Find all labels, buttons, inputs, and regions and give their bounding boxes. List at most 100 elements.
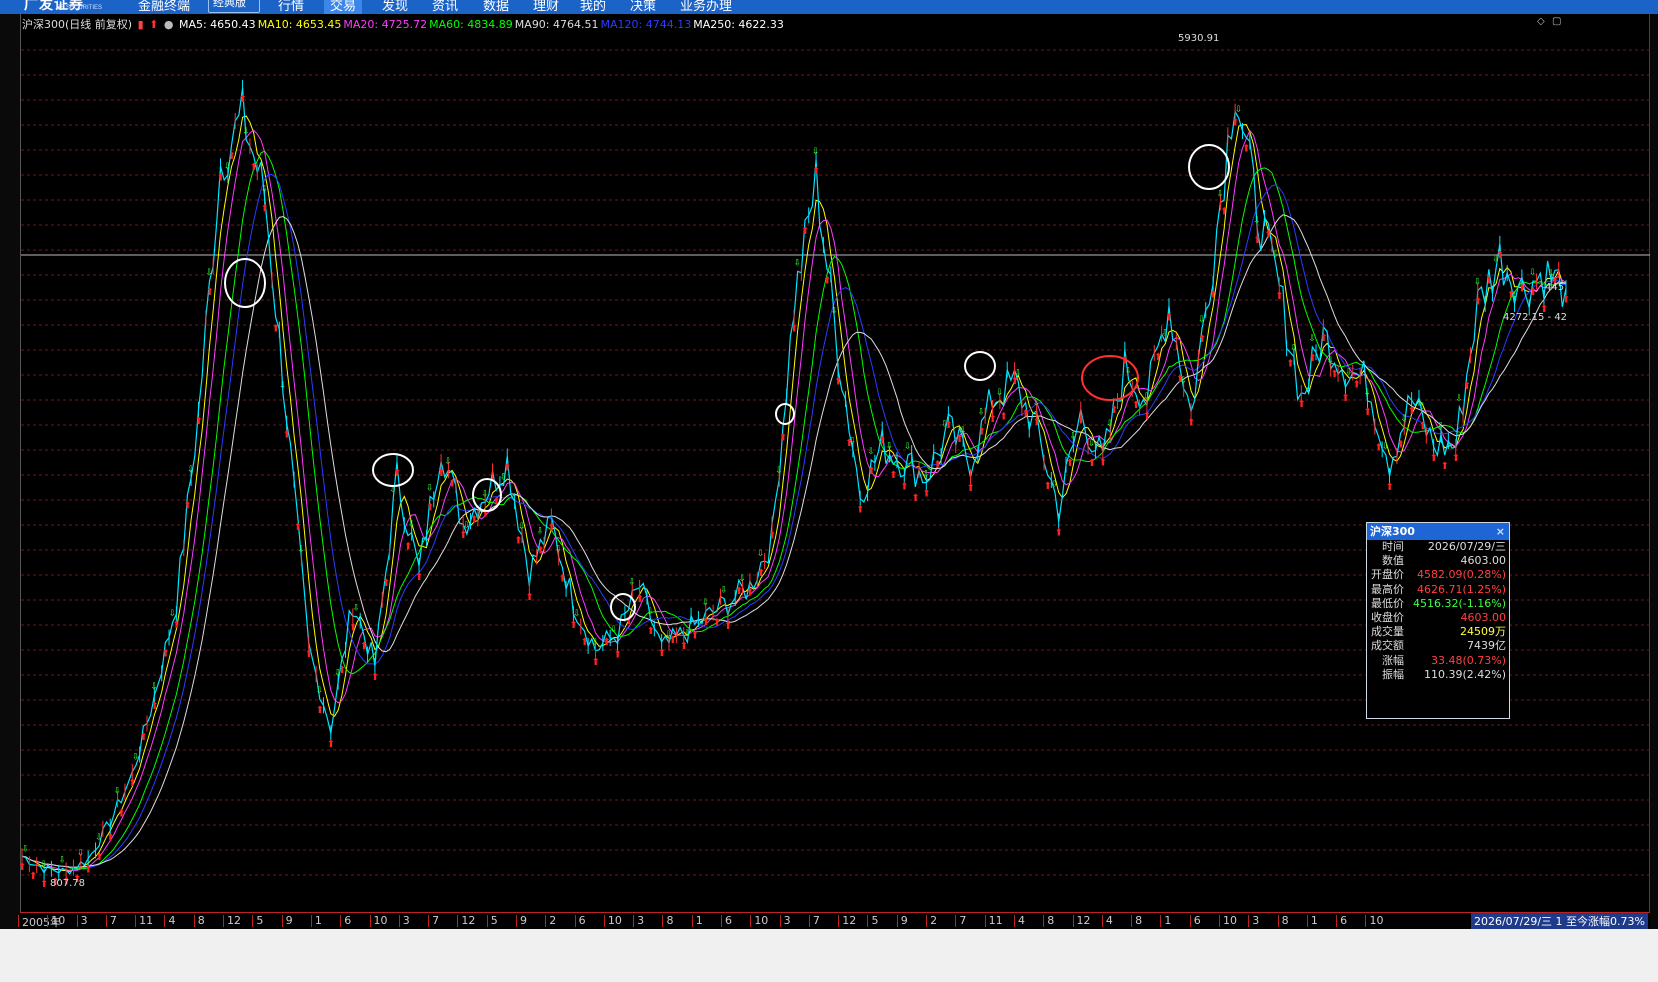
sell-signal-icon: ⬆	[1496, 250, 1504, 261]
sell-signal-icon: ⬆	[922, 489, 930, 500]
sell-signal-icon: ⬆	[84, 865, 92, 876]
sell-signal-icon: ⬆	[194, 416, 202, 427]
sell-signal-icon: ⬆	[1022, 409, 1030, 420]
axis-tick-separator	[1131, 915, 1133, 927]
sell-signal-icon: ⬆	[1319, 333, 1327, 344]
buy-signal-icon: ⇩	[1327, 356, 1335, 366]
sell-signal-icon: ⬆	[382, 578, 390, 589]
close-icon[interactable]: ×	[1496, 523, 1505, 540]
buy-signal-icon: ⇩	[132, 752, 140, 762]
axis-tick-label: 8	[666, 914, 674, 927]
sell-signal-icon: ⬆	[1198, 334, 1206, 345]
buy-signal-icon: ⇩	[775, 466, 783, 476]
sell-signal-icon: ⬆	[735, 586, 743, 597]
sell-signal-icon: ⬆	[1363, 407, 1371, 418]
info-row: 最低价 4516.32(-1.16%)	[1367, 597, 1509, 611]
buy-signal-icon: ⇩	[1235, 105, 1243, 115]
axis-tick-separator	[1248, 915, 1250, 927]
sell-signal-icon: ⬆	[768, 530, 776, 541]
axis-tick-label: 8	[197, 914, 205, 927]
axis-tick-label: 10	[51, 914, 66, 927]
sell-signal-icon: ⬆	[1452, 453, 1460, 464]
sell-signal-icon: ⬆	[1330, 369, 1338, 380]
info-value: 110.39(2.42%)	[1423, 667, 1506, 681]
high-price-label: 5930.91	[1178, 33, 1220, 44]
buy-signal-icon: ⇩	[40, 860, 48, 870]
axis-tick-separator	[926, 915, 928, 927]
buy-signal-icon: ⇩	[922, 470, 930, 480]
sell-signal-icon: ⬆	[1264, 229, 1272, 240]
buy-signal-icon: ⇩	[353, 604, 361, 614]
sell-signal-icon: ⬆	[1077, 416, 1085, 427]
sell-signal-icon: ⬆	[1562, 294, 1570, 305]
buy-signal-icon: ⇩	[1088, 439, 1096, 449]
sell-signal-icon: ⬆	[29, 871, 37, 882]
axis-tick-separator	[310, 915, 312, 927]
sell-signal-icon: ⬆	[40, 879, 48, 890]
buy-signal-icon: ⇩	[794, 258, 802, 268]
axis-tick-separator	[1160, 915, 1162, 927]
sell-signal-icon: ⬆	[1055, 527, 1063, 538]
sell-signal-icon: ⬆	[250, 162, 258, 173]
buy-signal-icon: ⇩	[996, 388, 1004, 398]
info-row: 开盘价 4582.09(0.28%)	[1367, 568, 1509, 582]
info-label: 时间	[1382, 540, 1404, 553]
sell-signal-icon: ⬆	[746, 587, 754, 598]
sell-signal-icon: ⬆	[658, 648, 666, 659]
status-bar	[0, 929, 1658, 982]
axis-tick-separator	[1336, 915, 1338, 927]
sell-signal-icon: ⬆	[1088, 458, 1096, 469]
buy-signal-icon: ⇩	[573, 609, 581, 619]
kline-chart[interactable]: ⬆⇩⬆⬆⇩⬆⇩⬆ ⬆⇩⬆⬆⇩ ⬆⇩⬆⬆⇩⬆⬆⇩⬆⇩⬆⬆⇩⬆⬆⇩⬆⇩⬆⬆⇩⬆⬆⇩⬆⇩⬆…	[0, 0, 1658, 982]
axis-tick-label: 3	[80, 914, 88, 927]
axis-tick-separator	[1365, 915, 1367, 927]
sell-signal-icon: ⬆	[801, 226, 809, 237]
sell-signal-icon: ⬆	[691, 630, 699, 641]
sell-signal-icon: ⬆	[18, 862, 26, 873]
axis-tick-separator	[750, 915, 752, 927]
sell-signal-icon: ⬆	[713, 618, 721, 629]
axis-tick-separator	[369, 915, 371, 927]
axis-tick-label: 11	[139, 914, 154, 927]
buy-signal-icon: ⇩	[224, 162, 232, 172]
sell-signal-icon: ⬆	[139, 732, 147, 743]
axis-tick-label: 7	[109, 914, 117, 927]
sell-signal-icon: ⬆	[1209, 290, 1217, 301]
sell-signal-icon: ⬆	[1187, 417, 1195, 428]
price-line	[21, 87, 1567, 875]
sell-signal-icon: ⬆	[404, 542, 412, 553]
info-row: 收盘价 4603.00	[1367, 611, 1509, 625]
axis-tick-label: 4	[1105, 914, 1113, 927]
buy-signal-icon: ⇩	[1474, 278, 1482, 288]
sell-signal-icon: ⬆	[426, 503, 434, 514]
sell-signal-icon: ⬆	[1066, 458, 1074, 469]
sell-signal-icon: ⬆	[1430, 453, 1438, 464]
axis-tick-separator	[428, 915, 430, 927]
buy-signal-icon: ⇩	[1455, 394, 1463, 404]
info-panel-title: 沪深300	[1370, 525, 1415, 538]
buy-signal-icon: ⇩	[187, 465, 195, 475]
axis-tick-separator	[398, 915, 400, 927]
axis-tick-label: 4	[168, 914, 176, 927]
buy-signal-icon: ⇩	[1216, 189, 1224, 199]
sell-signal-icon: ⬆	[966, 483, 974, 494]
axis-tick-separator	[545, 915, 547, 927]
axis-tick-separator	[779, 915, 781, 927]
right-range-label: 4272.15 - 42	[1503, 312, 1568, 323]
info-row: 涨幅 33.48(0.73%)	[1367, 654, 1509, 668]
buy-signal-icon: ⇩	[297, 545, 305, 555]
buy-signal-icon: ⇩	[279, 381, 287, 391]
sell-signal-icon: ⬆	[580, 637, 588, 648]
sell-signal-icon: ⬆	[338, 665, 346, 676]
info-label: 收盘价	[1371, 610, 1404, 624]
axis-tick-label: 10	[607, 914, 622, 927]
sell-signal-icon: ⬆	[702, 617, 710, 628]
axis-tick-label: 1	[1310, 914, 1318, 927]
axis-tick-separator	[808, 915, 810, 927]
axis-tick-separator	[1277, 915, 1279, 927]
axis-tick-separator	[838, 915, 840, 927]
sell-signal-icon: ⬆	[1110, 405, 1118, 416]
sell-signal-icon: ⬆	[150, 701, 158, 712]
axis-tick-separator	[1101, 915, 1103, 927]
buy-signal-icon: ⇩	[1051, 480, 1059, 490]
